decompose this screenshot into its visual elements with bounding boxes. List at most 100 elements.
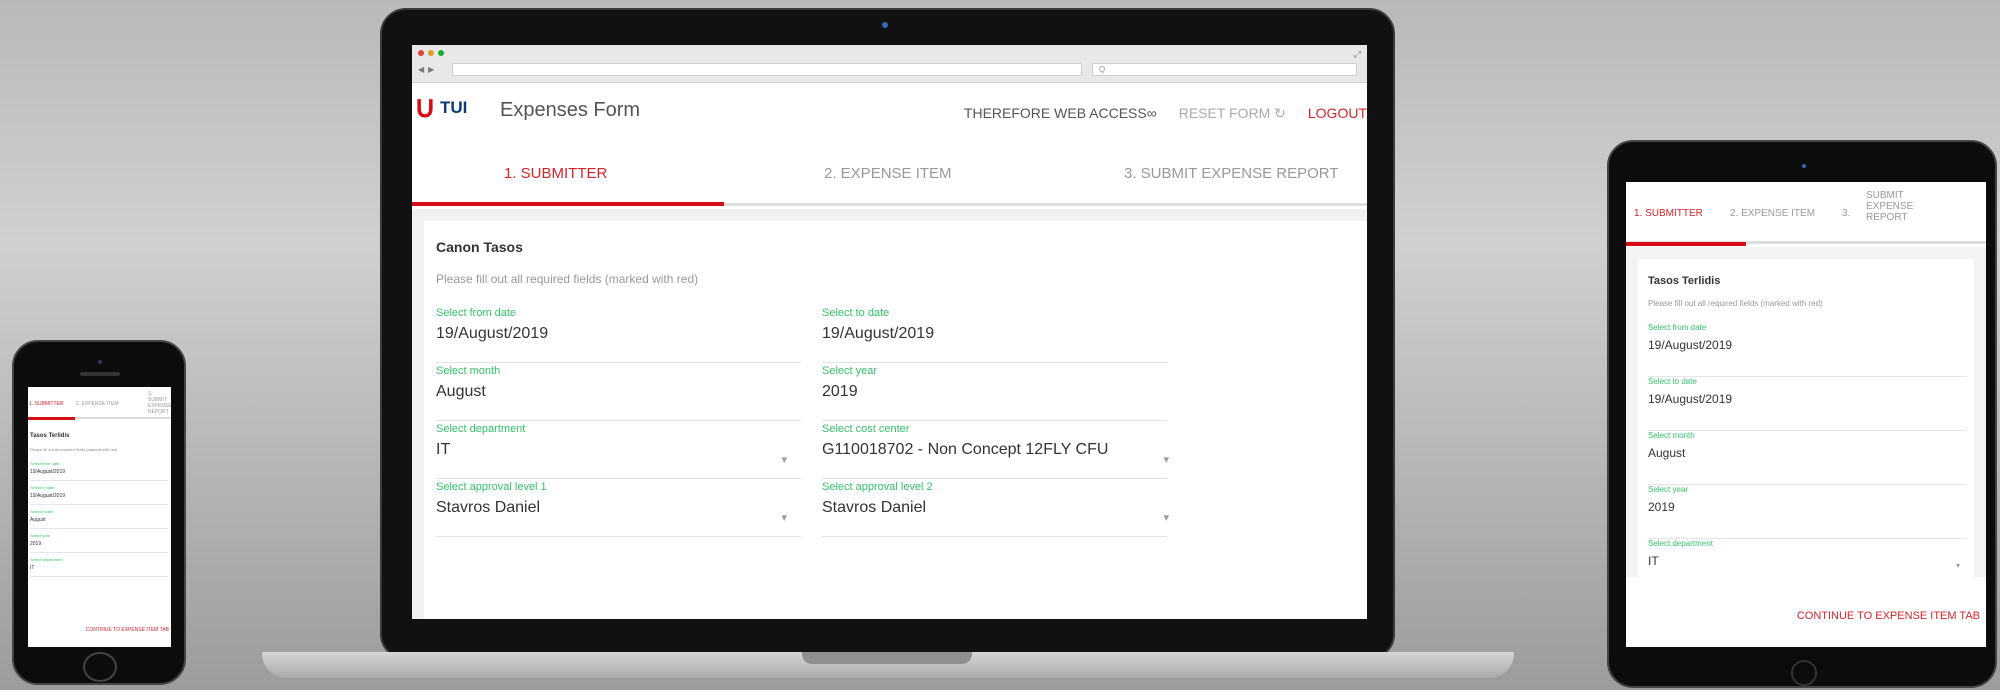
reset-form-label: RESET FORM	[1178, 105, 1271, 121]
month-value: August	[436, 383, 486, 400]
field-label: Select to date	[1648, 377, 1697, 386]
therefore-web-access-link[interactable]: THEREFORE WEB ACCESS∞	[964, 105, 1157, 122]
phone-tab-submit-report[interactable]: 3. SUBMIT EXPENSE REPORT	[148, 391, 171, 415]
department-value: IT	[436, 441, 451, 458]
to-date-value: 19/August/2019	[822, 325, 935, 342]
department-label: Select department	[436, 423, 526, 435]
field-label: Select year	[1648, 485, 1689, 494]
tablet-tab-expense-item[interactable]: 2. EXPENSE ITEM	[1730, 208, 1815, 219]
web-access-label: THEREFORE WEB ACCESS	[963, 105, 1147, 121]
logout-button[interactable]: LOGOUT	[1308, 105, 1367, 122]
approval-level-2-value: Stavros Daniel	[822, 499, 927, 516]
phone-department-field[interactable]: Select department IT	[30, 557, 168, 577]
tab-submitter[interactable]: 1. SUBMITTER	[504, 165, 607, 182]
window-controls	[418, 50, 444, 56]
phone-instructions: Please fill out all required fields (mar…	[30, 447, 118, 452]
tablet-tab-submitter[interactable]: 1. SUBMITTER	[1634, 208, 1703, 219]
submitter-card: Canon Tasos Please fill out all required…	[424, 221, 1367, 619]
phone-active-tab-indicator	[28, 417, 75, 420]
form-area: Canon Tasos Please fill out all required…	[412, 209, 1367, 619]
approval-level-1-value: Stavros Daniel	[436, 499, 541, 516]
phone-tab-submitter[interactable]: 1. SUBMITTER	[29, 401, 63, 407]
field-label: Select year	[30, 533, 51, 538]
tablet-submitter-name: Tasos Terlidis	[1648, 275, 1721, 287]
month-label: Select month	[436, 365, 501, 377]
chevron-down-icon: ▾	[781, 512, 787, 524]
tablet-to-date-field[interactable]: Select to date 19/August/2019	[1648, 377, 1966, 431]
active-tab-indicator	[412, 202, 724, 206]
tablet-home-button	[1791, 660, 1817, 686]
laptop-camera	[882, 22, 888, 28]
field-value: August	[1648, 446, 1686, 460]
tablet-instructions: Please fill out all required fields (mar…	[1648, 299, 1823, 308]
cost-center-value: G110018702 - Non Concept 12FLY CFU	[822, 441, 1109, 458]
browser-search-bar[interactable]: Q	[1092, 63, 1357, 76]
tablet-camera	[1802, 164, 1806, 168]
tablet-from-date-field[interactable]: Select from date 19/August/2019	[1648, 323, 1966, 377]
close-window-icon[interactable]	[418, 50, 424, 56]
minimize-window-icon[interactable]	[428, 50, 434, 56]
field-value: August	[30, 517, 46, 523]
browser-chrome: ◀ ▶ Q ⤢	[412, 45, 1367, 83]
phone-step-tabs: 1. SUBMITTER 2. EXPENSE ITEM 3. SUBMIT E…	[28, 387, 171, 420]
phone-continue-button[interactable]: CONTINUE TO EXPENSE ITEM TAB	[86, 627, 169, 633]
phone-year-field[interactable]: Select year 2019	[30, 533, 168, 553]
reset-form-button[interactable]: RESET FORM ↻	[1179, 105, 1286, 122]
phone-to-date-field[interactable]: Select to date 19/August/2019	[30, 485, 168, 505]
chevron-down-icon: ▾	[1955, 561, 1960, 570]
tablet-device: 1. SUBMITTER 2. EXPENSE ITEM 3. SUBMIT E…	[1607, 140, 1997, 688]
tui-logo[interactable]: ∪ TUI	[414, 93, 467, 123]
from-date-value: 19/August/2019	[436, 325, 549, 342]
step-tabs: 1. SUBMITTER 2. EXPENSE ITEM 3. SUBMIT E…	[412, 141, 1367, 206]
approval-level-2-select[interactable]: Select approval level 2 Stavros Daniel ▾	[822, 481, 1169, 537]
tablet-tab-submit-number[interactable]: 3.	[1842, 208, 1850, 219]
tab-submit-expense-report[interactable]: 3. SUBMIT EXPENSE REPORT	[1124, 165, 1339, 182]
to-date-field[interactable]: Select to date 19/August/2019	[822, 307, 1167, 363]
chevron-down-icon: ▾	[781, 454, 787, 466]
laptop-base	[262, 652, 1514, 678]
field-value: 19/August/2019	[1648, 338, 1733, 352]
field-label: Select department	[1648, 539, 1713, 548]
tui-smile-icon: ∪	[414, 91, 436, 124]
tablet-continue-button[interactable]: CONTINUE TO EXPENSE ITEM TAB	[1797, 610, 1980, 622]
tablet-department-select[interactable]: Select department IT ▾	[1648, 539, 1966, 577]
forward-arrow-icon[interactable]: ▶	[428, 65, 434, 74]
tab-expense-item[interactable]: 2. EXPENSE ITEM	[824, 165, 952, 182]
field-value: IT	[30, 565, 35, 571]
tablet-tab-submit-report[interactable]: SUBMIT EXPENSE REPORT	[1866, 190, 1926, 223]
back-arrow-icon[interactable]: ◀	[418, 65, 424, 74]
tablet-active-tab-indicator	[1626, 242, 1746, 246]
approval-level-1-label: Select approval level 1	[436, 481, 547, 493]
app-title: Expenses Form	[500, 99, 641, 121]
tui-logo-text: TUI	[439, 98, 468, 117]
cost-center-select[interactable]: Select cost center G110018702 - Non Conc…	[822, 423, 1169, 479]
department-select[interactable]: Select department IT ▾	[436, 423, 801, 479]
phone-month-field[interactable]: Select month August	[30, 509, 168, 529]
link-icon: ∞	[1146, 105, 1157, 121]
year-field[interactable]: Select year 2019	[822, 365, 1167, 421]
field-value: 19/August/2019	[30, 469, 66, 475]
year-label: Select year	[822, 365, 878, 377]
from-date-field[interactable]: Select from date 19/August/2019	[436, 307, 801, 363]
tablet-form-area: Tasos Terlidis Please fill out all requi…	[1626, 247, 1986, 577]
address-bar[interactable]	[452, 63, 1082, 76]
browser-nav: ◀ ▶	[418, 65, 434, 74]
field-label: Select month	[30, 509, 54, 514]
tablet-year-field[interactable]: Select year 2019	[1648, 485, 1966, 539]
fullscreen-icon[interactable]: ⤢	[1354, 49, 1361, 60]
laptop-screen: ◀ ▶ Q ⤢ ∪ TUI Expenses Form THEREFORE WE…	[412, 45, 1367, 619]
month-field[interactable]: Select month August	[436, 365, 801, 421]
phone-from-date-field[interactable]: Select from date 19/August/2019	[30, 461, 168, 481]
form-instructions: Please fill out all required fields (mar…	[436, 272, 699, 286]
phone-submitter-name: Tasos Terlidis	[30, 433, 70, 439]
tablet-month-field[interactable]: Select month August	[1648, 431, 1966, 485]
maximize-window-icon[interactable]	[438, 50, 444, 56]
app-header: ∪ TUI Expenses Form THEREFORE WEB ACCESS…	[412, 83, 1367, 141]
chevron-down-icon: ▾	[1163, 512, 1169, 524]
phone-device: 1. SUBMITTER 2. EXPENSE ITEM 3. SUBMIT E…	[12, 340, 186, 685]
field-label: Select to date	[30, 485, 55, 490]
approval-level-1-select[interactable]: Select approval level 1 Stavros Daniel ▾	[436, 481, 801, 537]
phone-tab-expense-item[interactable]: 2. EXPENSE ITEM	[76, 401, 119, 407]
year-value: 2019	[822, 383, 858, 400]
field-value: 2019	[1648, 500, 1675, 514]
